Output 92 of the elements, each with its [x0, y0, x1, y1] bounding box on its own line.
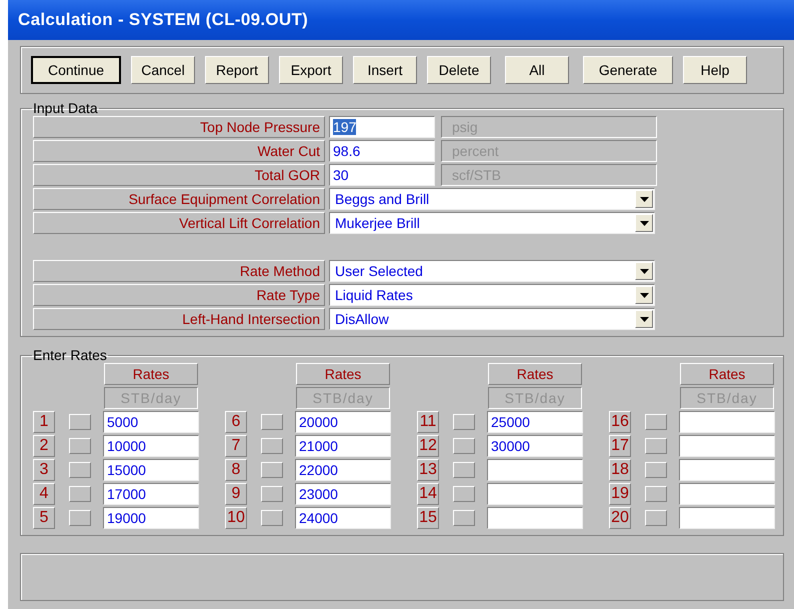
column-header: Rates — [680, 363, 774, 385]
rate-field[interactable]: 15000 — [103, 459, 199, 481]
column-header: Rates — [296, 363, 390, 385]
row-toggle[interactable] — [261, 414, 283, 430]
dropdown[interactable]: User Selected — [329, 260, 655, 282]
field-label: Left-Hand Intersection — [33, 308, 325, 330]
row-number[interactable]: 5 — [33, 507, 55, 529]
row-number[interactable]: 6 — [225, 411, 247, 433]
rate-field[interactable] — [487, 507, 583, 529]
dropdown[interactable]: DisAllow — [329, 308, 655, 330]
rate-field[interactable] — [679, 435, 775, 457]
row-number[interactable]: 18 — [609, 459, 631, 481]
row-number[interactable]: 13 — [417, 459, 439, 481]
rate-field[interactable]: 25000 — [487, 411, 583, 433]
rate-field[interactable]: 10000 — [103, 435, 199, 457]
rate-field[interactable]: 19000 — [103, 507, 199, 529]
field-label: Water Cut — [33, 140, 325, 162]
row-number[interactable]: 3 — [33, 459, 55, 481]
rate-field[interactable] — [679, 459, 775, 481]
field-label: Rate Type — [33, 284, 325, 306]
row-toggle[interactable] — [453, 510, 475, 526]
row-toggle[interactable] — [261, 510, 283, 526]
row-number[interactable]: 17 — [609, 435, 631, 457]
rate-field[interactable]: 5000 — [103, 411, 199, 433]
field-label: Total GOR — [33, 164, 325, 186]
rate-field[interactable] — [679, 507, 775, 529]
row-toggle[interactable] — [261, 438, 283, 454]
rate-field[interactable] — [679, 411, 775, 433]
row-toggle[interactable] — [69, 486, 91, 502]
row-toggle[interactable] — [453, 414, 475, 430]
dialog-button[interactable]: Export — [279, 56, 343, 84]
window-title: Calculation - SYSTEM (CL-09.OUT) — [18, 10, 308, 30]
row-toggle[interactable] — [69, 414, 91, 430]
row-number[interactable]: 4 — [33, 483, 55, 505]
row-toggle[interactable] — [645, 414, 667, 430]
rate-field[interactable]: 23000 — [295, 483, 391, 505]
row-toggle[interactable] — [645, 462, 667, 478]
dropdown[interactable]: Beggs and Brill — [329, 188, 655, 210]
row-toggle[interactable] — [645, 510, 667, 526]
row-toggle[interactable] — [453, 462, 475, 478]
row-number[interactable]: 19 — [609, 483, 631, 505]
field-label: Vertical Lift Correlation — [33, 212, 325, 234]
row-number[interactable]: 16 — [609, 411, 631, 433]
row-toggle[interactable] — [69, 438, 91, 454]
dialog-button[interactable]: Report — [205, 56, 269, 84]
group-title: Input Data — [32, 100, 99, 116]
row-toggle[interactable] — [645, 438, 667, 454]
dialog-button[interactable]: All — [505, 56, 569, 84]
rate-field[interactable]: 30000 — [487, 435, 583, 457]
input-field[interactable]: 98.6 — [329, 140, 435, 162]
row-number[interactable]: 15 — [417, 507, 439, 529]
row-toggle[interactable] — [453, 486, 475, 502]
group-title: Enter Rates — [32, 347, 108, 363]
input-field[interactable]: 30 — [329, 164, 435, 186]
row-number[interactable]: 10 — [225, 507, 247, 529]
field-label: Top Node Pressure — [33, 116, 325, 138]
dropdown[interactable]: Liquid Rates — [329, 284, 655, 306]
rate-field[interactable] — [679, 483, 775, 505]
row-toggle[interactable] — [69, 462, 91, 478]
row-number[interactable]: 2 — [33, 435, 55, 457]
field-label: Surface Equipment Correlation — [33, 188, 325, 210]
column-header: Rates — [104, 363, 198, 385]
row-toggle[interactable] — [69, 510, 91, 526]
field-label: Rate Method — [33, 260, 325, 282]
row-number[interactable]: 9 — [225, 483, 247, 505]
rate-field[interactable]: 21000 — [295, 435, 391, 457]
dialog-button[interactable]: Generate — [583, 56, 673, 84]
row-number[interactable]: 8 — [225, 459, 247, 481]
row-toggle[interactable] — [645, 486, 667, 502]
dropdown[interactable]: Mukerjee Brill — [329, 212, 655, 234]
rate-field[interactable]: 22000 — [295, 459, 391, 481]
dialog-button[interactable]: Help — [683, 56, 747, 84]
rate-field[interactable] — [487, 459, 583, 481]
row-number[interactable]: 11 — [417, 411, 439, 433]
dialog-button[interactable]: Continue — [31, 56, 121, 84]
rate-field[interactable] — [487, 483, 583, 505]
row-toggle[interactable] — [261, 462, 283, 478]
row-number[interactable]: 7 — [225, 435, 247, 457]
rate-field[interactable]: 20000 — [295, 411, 391, 433]
row-number[interactable]: 14 — [417, 483, 439, 505]
row-number[interactable]: 12 — [417, 435, 439, 457]
dialog-button[interactable]: Delete — [427, 56, 491, 84]
dialog-button[interactable]: Cancel — [131, 56, 195, 84]
dialog-button[interactable]: Insert — [353, 56, 417, 84]
row-number[interactable]: 1 — [33, 411, 55, 433]
column-header: Rates — [488, 363, 582, 385]
input-field[interactable]: 197 — [329, 116, 435, 138]
rate-field[interactable]: 24000 — [295, 507, 391, 529]
row-toggle[interactable] — [453, 438, 475, 454]
row-toggle[interactable] — [261, 486, 283, 502]
row-number[interactable]: 20 — [609, 507, 631, 529]
rate-field[interactable]: 17000 — [103, 483, 199, 505]
